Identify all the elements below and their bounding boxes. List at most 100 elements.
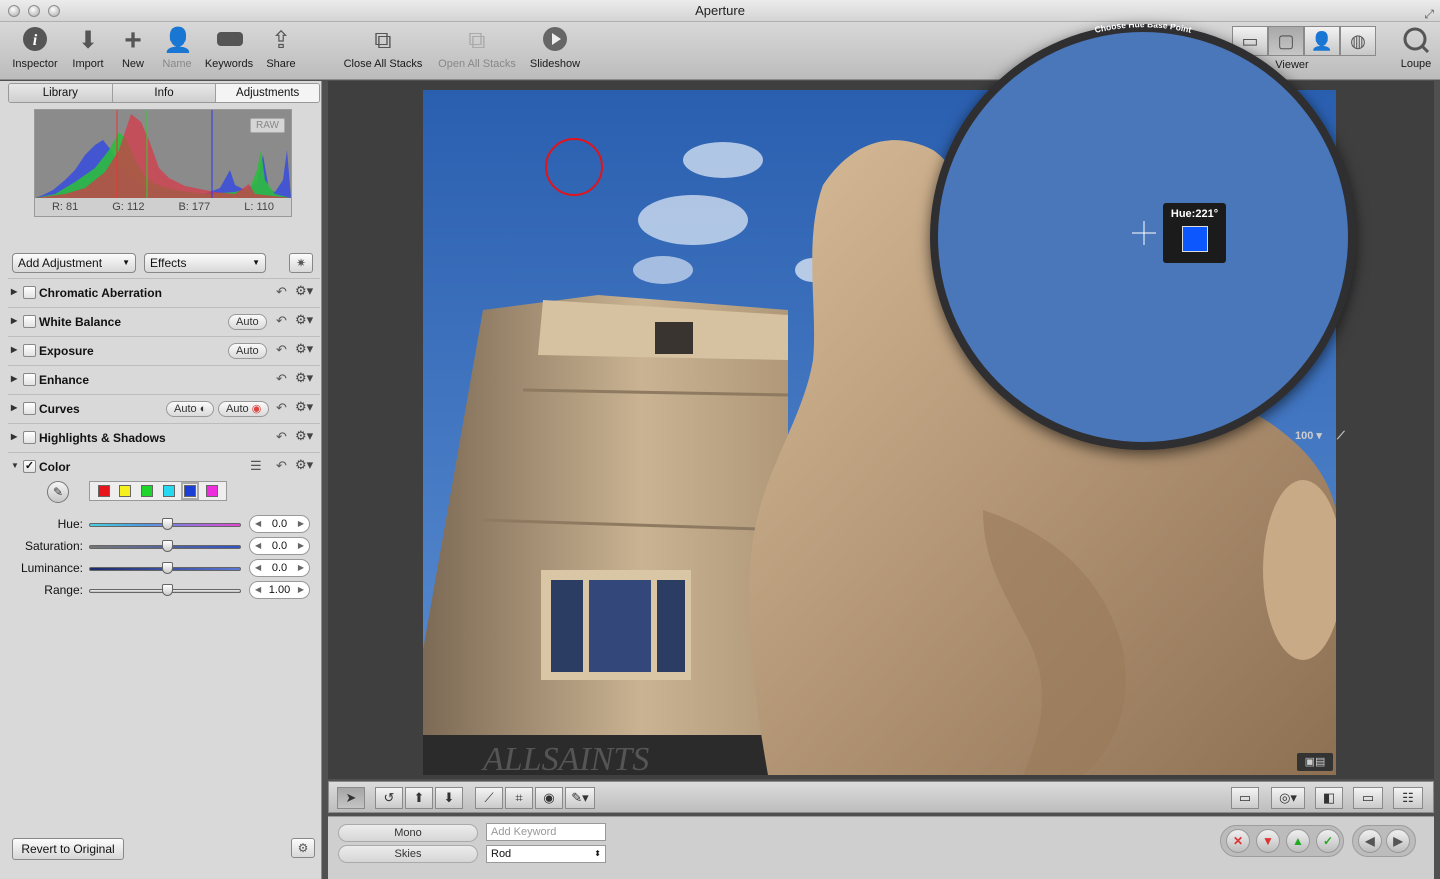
reset-icon[interactable]: ↶ bbox=[276, 313, 287, 329]
enable-checkbox[interactable] bbox=[23, 315, 36, 328]
range-value-field[interactable]: ◀ 1.00 ▶ bbox=[249, 581, 310, 599]
increment-icon[interactable]: ▶ bbox=[298, 516, 304, 532]
open-all-stacks-button[interactable]: ⧉ Open All Stacks bbox=[434, 26, 520, 70]
gear-icon[interactable]: ⚙▾ bbox=[295, 283, 313, 299]
increment-icon[interactable]: ▶ bbox=[298, 538, 304, 554]
quick-preview-button[interactable]: ◎▾ bbox=[1271, 787, 1305, 809]
increase-rating-button[interactable]: ▲ bbox=[1286, 829, 1310, 853]
adjustment-curves[interactable]: ▶ Curves Auto ◐ Auto ◉ ↶ ⚙▾ bbox=[8, 394, 320, 423]
viewer-mode-button[interactable]: ▭ bbox=[1231, 787, 1259, 809]
reset-icon[interactable]: ↶ bbox=[276, 284, 287, 300]
slider-knob[interactable] bbox=[162, 562, 173, 574]
add-adjustment-popup[interactable]: Add Adjustment ▼ bbox=[12, 253, 136, 273]
decrement-icon[interactable]: ◀ bbox=[255, 582, 261, 598]
increment-icon[interactable]: ▶ bbox=[298, 560, 304, 576]
tab-library[interactable]: Library bbox=[9, 84, 113, 102]
keyword-button-mono[interactable]: Mono bbox=[338, 824, 478, 842]
swatch-cyan[interactable] bbox=[162, 485, 175, 497]
reset-icon[interactable]: ↶ bbox=[276, 400, 287, 416]
hud-toggle-icon[interactable]: ▣▤ bbox=[1297, 753, 1333, 771]
reset-icon[interactable]: ↶ bbox=[276, 429, 287, 445]
stack-view-button[interactable]: ◧ bbox=[1315, 787, 1343, 809]
slider-knob[interactable] bbox=[162, 540, 173, 552]
disclosure-triangle-icon[interactable]: ▶ bbox=[11, 287, 17, 296]
decrement-icon[interactable]: ◀ bbox=[255, 538, 261, 554]
enable-checkbox[interactable] bbox=[23, 344, 36, 357]
gear-icon[interactable]: ⚙▾ bbox=[295, 312, 313, 328]
slider-knob[interactable] bbox=[162, 584, 173, 596]
close-window-button[interactable] bbox=[8, 5, 20, 17]
auto-enhance-button[interactable]: ✷ bbox=[289, 253, 313, 273]
crop-tool[interactable]: ⌗ bbox=[505, 787, 533, 809]
decrement-icon[interactable]: ◀ bbox=[255, 516, 261, 532]
enable-checkbox[interactable]: ✓ bbox=[23, 460, 36, 473]
swatch-blue[interactable] bbox=[181, 482, 200, 500]
keyword-preset-select[interactable]: Rod ⬍ bbox=[486, 845, 606, 863]
eyedropper-button[interactable]: ✎ bbox=[47, 481, 69, 503]
auto-button[interactable]: Auto bbox=[228, 314, 267, 330]
luminance-value-field[interactable]: ◀ 0.0 ▶ bbox=[249, 559, 310, 577]
disclosure-triangle-icon[interactable]: ▶ bbox=[11, 403, 17, 412]
reset-icon[interactable]: ↶ bbox=[276, 458, 287, 474]
adjustment-highlights-shadows[interactable]: ▶ Highlights & Shadows ↶ ⚙▾ bbox=[8, 423, 320, 452]
reset-icon[interactable]: ↶ bbox=[276, 342, 287, 358]
add-keyword-input[interactable]: Add Keyword bbox=[486, 823, 606, 841]
enable-checkbox[interactable] bbox=[23, 431, 36, 444]
swatch-red[interactable] bbox=[97, 485, 110, 497]
disclosure-triangle-open-icon[interactable]: ▼ bbox=[11, 461, 19, 470]
reject-button[interactable]: ✕ bbox=[1226, 829, 1250, 853]
keywords-button[interactable]: Keywords bbox=[202, 26, 256, 70]
select-button[interactable]: ✓ bbox=[1316, 829, 1340, 853]
zoom-window-button[interactable] bbox=[48, 5, 60, 17]
list-view-icon[interactable]: ☰ bbox=[250, 458, 262, 474]
swatch-magenta[interactable] bbox=[206, 485, 219, 497]
adjustment-enhance[interactable]: ▶ Enhance ↶ ⚙▾ bbox=[8, 365, 320, 394]
selection-tool[interactable]: ➤ bbox=[337, 787, 365, 809]
hue-sample-circle[interactable] bbox=[545, 138, 603, 196]
hue-value-field[interactable]: ◀ 0.0 ▶ bbox=[249, 515, 310, 533]
previous-button[interactable]: ◀ bbox=[1358, 829, 1382, 853]
stamp-tool[interactable]: ⬇ bbox=[435, 787, 463, 809]
gear-icon[interactable]: ⚙▾ bbox=[295, 428, 313, 444]
gear-icon[interactable]: ⚙▾ bbox=[295, 341, 313, 357]
swatch-yellow[interactable] bbox=[119, 485, 132, 497]
gear-icon[interactable]: ⚙▾ bbox=[295, 399, 313, 415]
adjustment-color[interactable]: ▼ ✓ Color ☰ ↶ ⚙▾ bbox=[8, 452, 320, 481]
gear-icon[interactable]: ⚙▾ bbox=[295, 370, 313, 386]
tab-info[interactable]: Info bbox=[112, 84, 217, 102]
adjustment-chromatic-aberration[interactable]: ▶ Chromatic Aberration ↶ ⚙▾ bbox=[8, 278, 320, 307]
new-button[interactable]: + New bbox=[116, 26, 150, 71]
disclosure-triangle-icon[interactable]: ▶ bbox=[11, 345, 17, 354]
disclosure-triangle-icon[interactable]: ▶ bbox=[11, 316, 17, 325]
inspector-button[interactable]: i Inspector bbox=[8, 26, 62, 70]
keyword-button-skies[interactable]: Skies bbox=[338, 845, 478, 863]
revert-to-original-button[interactable]: Revert to Original bbox=[12, 838, 124, 860]
rotate-tool[interactable]: ↺ bbox=[375, 787, 403, 809]
decrement-icon[interactable]: ◀ bbox=[255, 560, 261, 576]
straighten-tool[interactable]: ⟋ bbox=[475, 787, 503, 809]
loupe-button[interactable]: Loupe bbox=[1396, 26, 1436, 70]
single-view-button[interactable]: ▭ bbox=[1353, 787, 1383, 809]
saturation-value-field[interactable]: ◀ 0.0 ▶ bbox=[249, 537, 310, 555]
tab-adjustments[interactable]: Adjustments bbox=[216, 84, 319, 102]
minimize-window-button[interactable] bbox=[28, 5, 40, 17]
resize-grip-icon[interactable]: ⟋ bbox=[1337, 430, 1345, 442]
name-button[interactable]: 👤 Name bbox=[158, 26, 196, 70]
increment-icon[interactable]: ▶ bbox=[298, 582, 304, 598]
saturation-slider[interactable] bbox=[89, 540, 241, 552]
effects-popup[interactable]: Effects ▼ bbox=[144, 253, 266, 273]
share-button[interactable]: ⇪ Share bbox=[262, 26, 300, 70]
hue-slider[interactable] bbox=[89, 518, 241, 530]
slider-knob[interactable] bbox=[162, 518, 173, 530]
inspector-action-button[interactable]: ⚙ bbox=[291, 838, 315, 858]
loupe-zoom-popup[interactable]: 100 ▾ ⟋ bbox=[1295, 429, 1345, 443]
lift-tool[interactable]: ⬆ bbox=[405, 787, 433, 809]
luminance-slider[interactable] bbox=[89, 562, 241, 574]
adjustment-white-balance[interactable]: ▶ White Balance Auto ↶ ⚙▾ bbox=[8, 307, 320, 336]
slideshow-button[interactable]: Slideshow bbox=[526, 26, 584, 70]
adjustment-exposure[interactable]: ▶ Exposure Auto ↶ ⚙▾ bbox=[8, 336, 320, 365]
close-all-stacks-button[interactable]: ⧉ Close All Stacks bbox=[340, 26, 426, 70]
range-slider[interactable] bbox=[89, 584, 241, 596]
auto-rgb-button[interactable]: Auto ◉ bbox=[218, 401, 270, 417]
red-eye-tool[interactable]: ◉ bbox=[535, 787, 563, 809]
